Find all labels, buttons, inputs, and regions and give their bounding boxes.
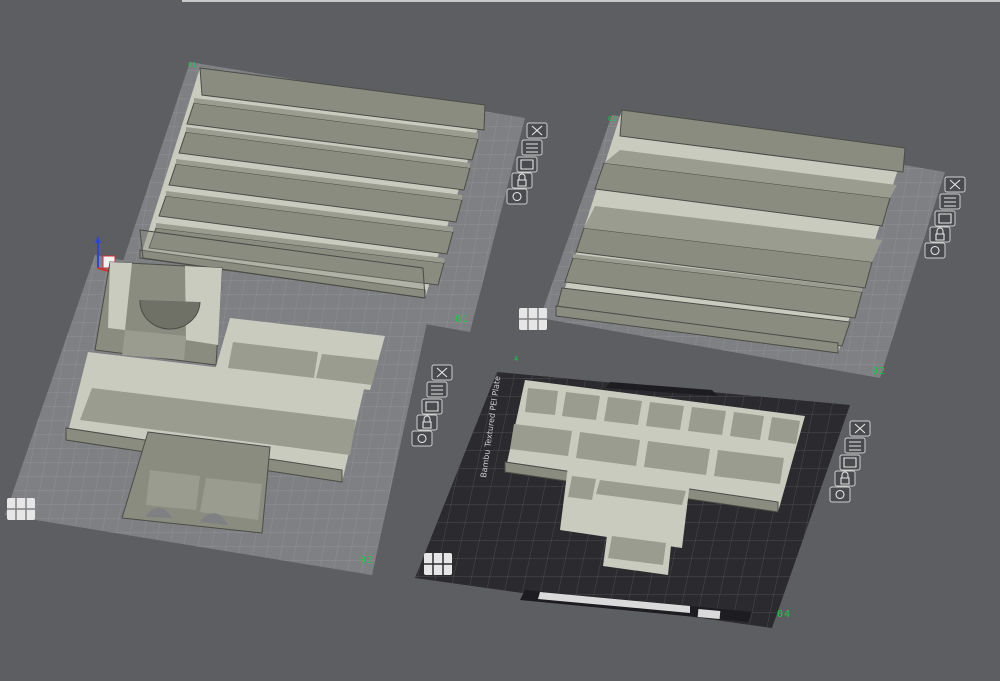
plate-01-tag: 01 xyxy=(188,61,196,69)
plate-01-close-icon[interactable] xyxy=(526,122,548,139)
plate-04-arrange-icon[interactable] xyxy=(844,437,866,454)
plate-04-settings-icon[interactable] xyxy=(829,486,851,503)
plate-01-settings-icon[interactable] xyxy=(506,188,528,205)
plate-02[interactable]: 02 02 xyxy=(519,109,966,378)
plate-02-orient-icon[interactable] xyxy=(519,308,547,330)
plate-02-tag: 02 xyxy=(608,115,616,123)
plate-03-number: 03 xyxy=(360,555,374,566)
plate-01-arrange-icon[interactable] xyxy=(521,139,543,156)
plate-01-model[interactable] xyxy=(139,67,486,299)
plate-01-pick-icon[interactable] xyxy=(516,156,538,173)
plate-02-number: 02 xyxy=(872,366,886,377)
plate-03-lock-icon[interactable] xyxy=(416,414,438,431)
plate-02-arrange-icon[interactable] xyxy=(939,193,961,210)
3d-viewport[interactable]: 01 01 02 02 03 4 Bambu Textured PEI Plat… xyxy=(0,0,1000,676)
plate-04-number: 04 xyxy=(777,609,791,620)
plate-01-number: 01 xyxy=(455,314,469,325)
plate-03-settings-icon[interactable] xyxy=(411,430,433,447)
plate-02-lock-icon[interactable] xyxy=(929,226,951,243)
plate-04-pick-icon[interactable] xyxy=(839,454,861,471)
plate-02-settings-icon[interactable] xyxy=(924,242,946,259)
plate-04-lock-icon[interactable] xyxy=(834,470,856,487)
plate-03-pick-icon[interactable] xyxy=(421,398,443,415)
plate-02-close-icon[interactable] xyxy=(944,176,966,193)
plate-02-pick-icon[interactable] xyxy=(934,210,956,227)
toolbar-edge xyxy=(182,0,1000,2)
plate-01-lock-icon[interactable] xyxy=(511,172,533,189)
plate-04-orient-icon[interactable] xyxy=(424,553,452,575)
plate-03-orient-icon[interactable] xyxy=(7,498,35,520)
plate-03-arrange-icon[interactable] xyxy=(426,381,448,398)
scene[interactable]: 01 01 02 02 03 4 Bambu Textured PEI Plat… xyxy=(0,0,1000,676)
plate-04[interactable]: 4 Bambu Textured PEI Plate 04 xyxy=(415,355,871,628)
plate-03-close-icon[interactable] xyxy=(431,364,453,381)
plate-04-tag: 4 xyxy=(514,355,518,363)
plate-04-close-icon[interactable] xyxy=(849,420,871,437)
